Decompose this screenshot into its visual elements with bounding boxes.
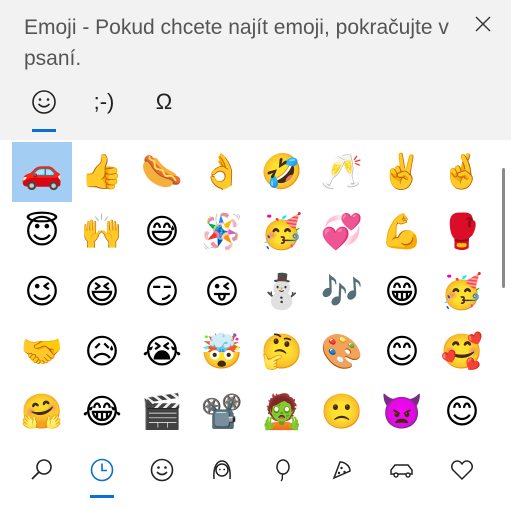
category-symbols[interactable] [432, 446, 492, 494]
balloon-icon [276, 459, 290, 482]
emoji-cell[interactable]: 🪅 [192, 202, 252, 262]
emoji-cell[interactable]: 🙁 [312, 382, 372, 442]
emoji-cell[interactable]: 😂 [72, 382, 132, 442]
emoji-cell[interactable]: 🥳 [252, 202, 312, 262]
emoji-cell[interactable]: 👿 [372, 382, 432, 442]
emoji-cell[interactable]: 💞 [312, 202, 372, 262]
emoji-grid: 🚗 👍 🌭 👌 🤣 🥂 ✌️ 🤞 😇 🙌 😅 🪅 🥳 💞 💪 🥊 😉 😆 😏 😜… [12, 142, 492, 442]
category-people[interactable] [192, 446, 252, 494]
emoji-cell[interactable]: 🥰 [432, 322, 492, 382]
emoji-cell[interactable]: ✌️ [372, 142, 432, 202]
emoji-cell[interactable]: 🥊 [432, 202, 492, 262]
emoji-cell[interactable]: 🤝 [12, 322, 72, 382]
recent-icon [90, 458, 114, 482]
emoji-cell[interactable]: 😭 [132, 322, 192, 382]
emoji-cell[interactable]: 📽️ [192, 382, 252, 442]
emoji-cell[interactable]: 🌭 [132, 142, 192, 202]
search-hint: Emoji - Pokud chcete najít emoji, pokrač… [24, 16, 449, 70]
tab-emoji[interactable] [14, 78, 74, 132]
emoji-cell[interactable]: 😏 [132, 262, 192, 322]
tab-bar: ;-) Ω [14, 78, 194, 134]
emoji-cell[interactable]: 😁 [372, 262, 432, 322]
emoji-cell[interactable]: 🎨 [312, 322, 372, 382]
emoji-cell[interactable]: 🚗 [12, 142, 72, 202]
category-celebration[interactable] [252, 446, 312, 494]
category-recent[interactable] [72, 446, 132, 498]
emoji-cell[interactable]: 🎬 [132, 382, 192, 442]
emoji-cell[interactable]: 🤣 [252, 142, 312, 202]
emoji-cell[interactable]: 😇 [12, 202, 72, 262]
emoji-cell[interactable]: ⛄ [252, 262, 312, 322]
emoji-cell[interactable]: 🙌 [72, 202, 132, 262]
emoji-panel: Emoji - Pokud chcete najít emoji, pokrač… [0, 0, 511, 509]
emoji-cell[interactable]: 😥 [72, 322, 132, 382]
close-button[interactable] [469, 10, 497, 38]
category-travel[interactable] [372, 446, 432, 494]
category-food[interactable] [312, 446, 372, 494]
emoji-cell[interactable]: 🥂 [312, 142, 372, 202]
emoji-cell[interactable]: 👍 [72, 142, 132, 202]
emoji-cell[interactable]: 🧟 [252, 382, 312, 442]
emoji-cell[interactable]: 🎶 [312, 262, 372, 322]
food-icon [332, 461, 351, 480]
heart-icon [451, 460, 473, 481]
panel-header: Emoji - Pokud chcete najít emoji, pokrač… [0, 0, 511, 140]
emoji-cell[interactable]: 😊 [432, 382, 492, 442]
emoji-cell[interactable]: 😜 [192, 262, 252, 322]
emoji-cell[interactable]: 💪 [372, 202, 432, 262]
emoji-cell[interactable]: 🤗 [12, 382, 72, 442]
search-icon [31, 459, 52, 480]
emoji-cell[interactable]: 🤔 [252, 322, 312, 382]
emoji-cell[interactable]: 😅 [132, 202, 192, 262]
tab-kaomoji[interactable]: ;-) [74, 78, 134, 126]
category-bar [12, 446, 492, 506]
close-icon [475, 16, 491, 32]
tab-symbols[interactable]: Ω [134, 78, 194, 126]
emoji-cell[interactable]: 😆 [72, 262, 132, 322]
category-search[interactable] [12, 446, 72, 494]
smiley-icon [32, 90, 56, 114]
emoji-cell[interactable]: 🥳 [432, 262, 492, 322]
emoji-cell[interactable]: 😉 [12, 262, 72, 322]
emoji-cell[interactable]: 😊 [372, 322, 432, 382]
category-smileys[interactable] [132, 446, 192, 494]
emoji-cell[interactable]: 👌 [192, 142, 252, 202]
emoji-cell[interactable]: 🤞 [432, 142, 492, 202]
smiley-icon [150, 458, 174, 482]
grid-scrollbar[interactable] [502, 168, 505, 288]
car-icon [390, 464, 413, 478]
emoji-cell[interactable]: 🤯 [192, 322, 252, 382]
people-icon [213, 460, 231, 480]
